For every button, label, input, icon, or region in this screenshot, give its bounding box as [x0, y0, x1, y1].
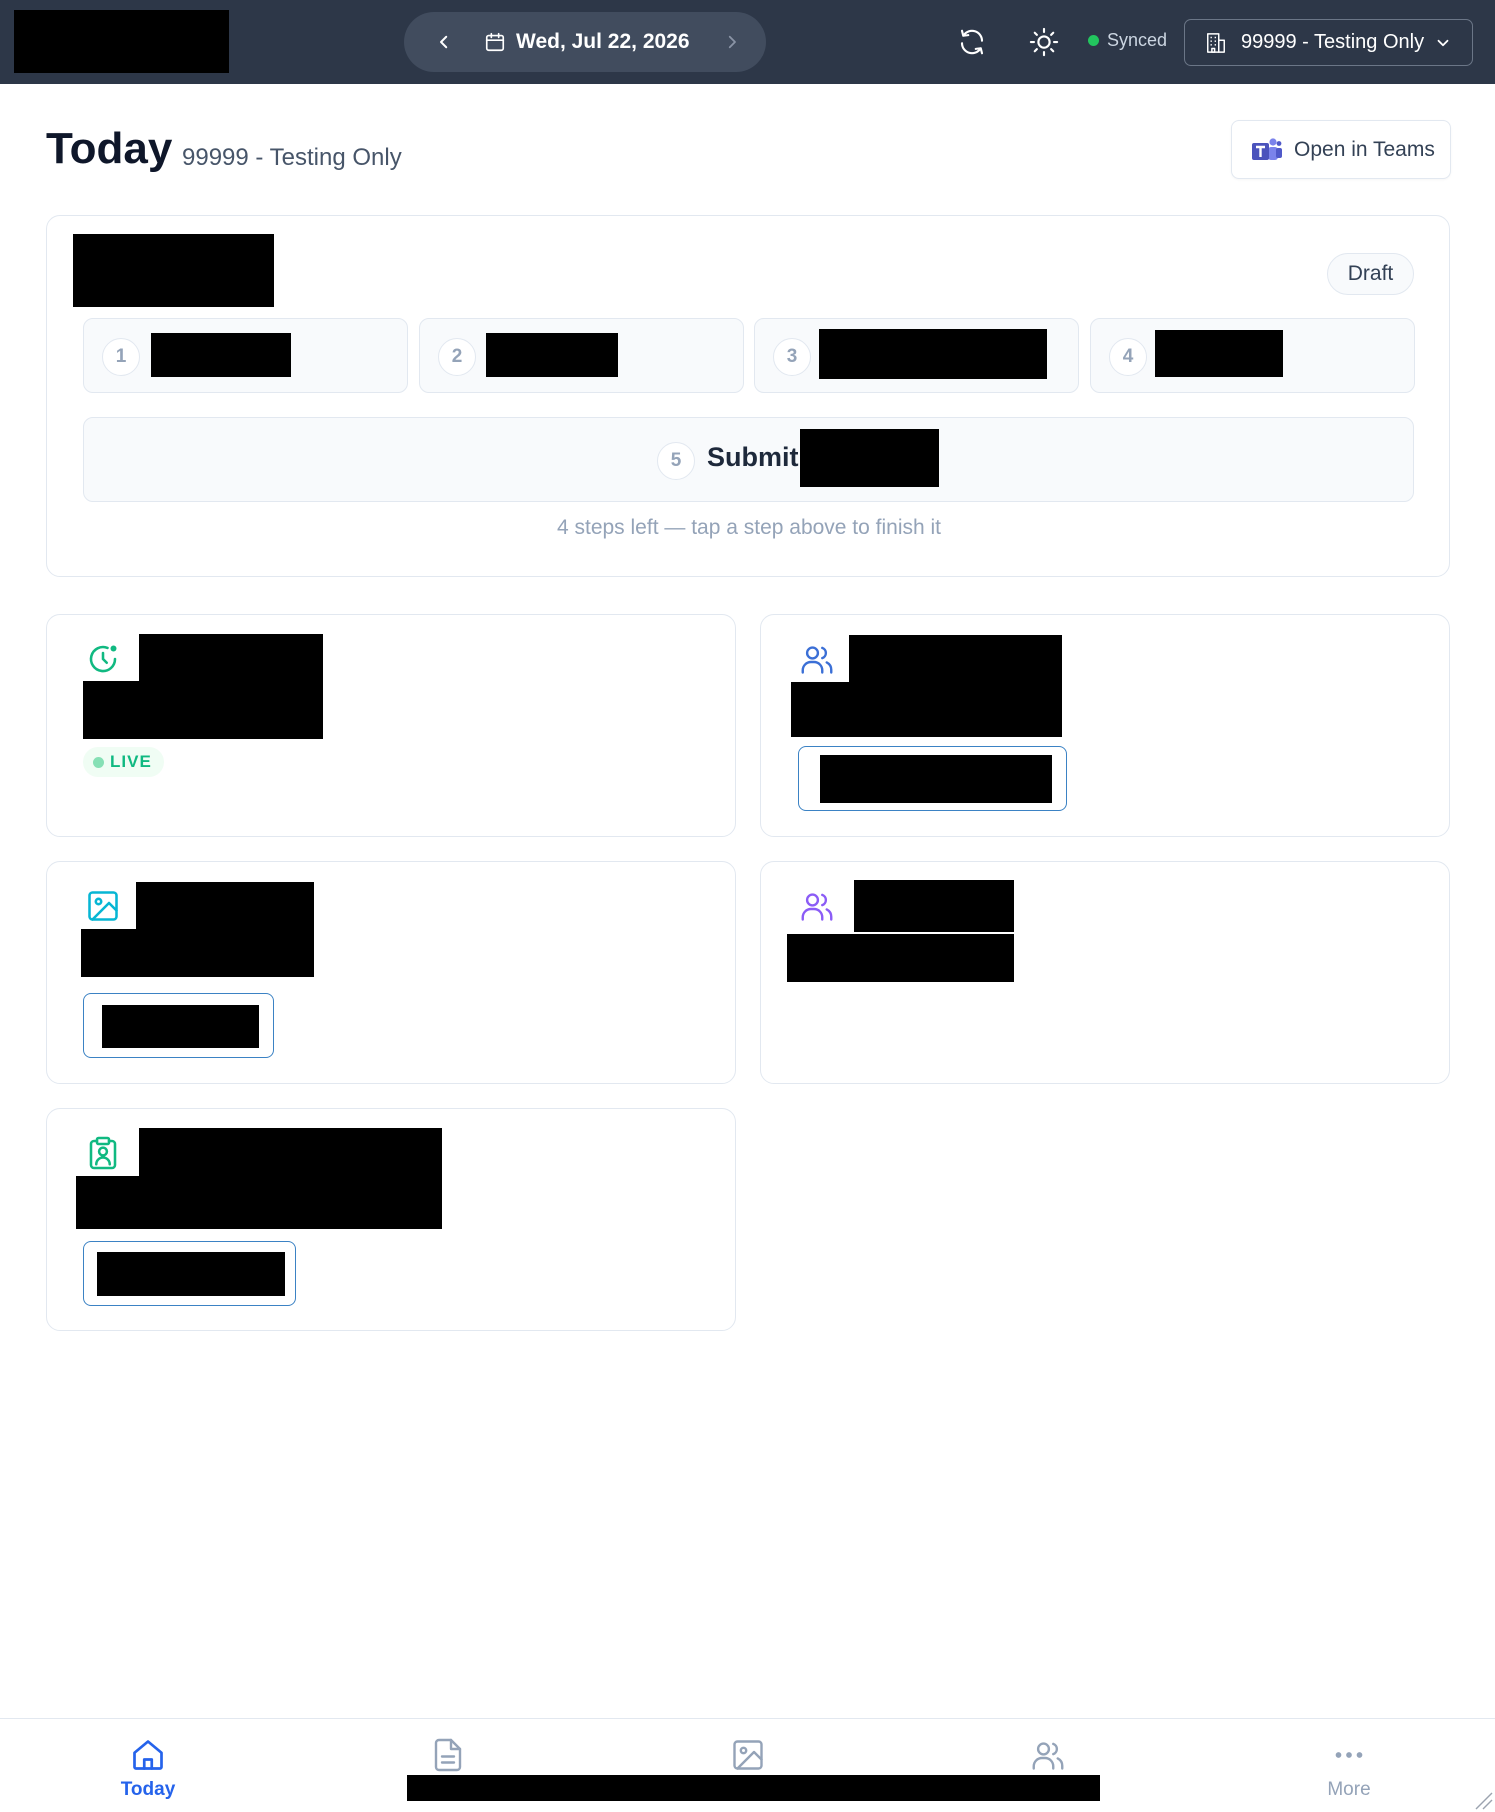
open-in-teams-button[interactable]: Open in Teams [1231, 120, 1451, 179]
steps-remaining-hint: 4 steps left — tap a step above to finis… [556, 516, 942, 539]
nav-label: More [1327, 1779, 1371, 1800]
users-icon [801, 646, 833, 674]
previous-day-button[interactable] [420, 12, 468, 72]
open-in-teams-label: Open in Teams [1294, 137, 1435, 161]
image-icon [88, 891, 118, 921]
theme-toggle-button[interactable] [1026, 24, 1062, 60]
sun-icon [1029, 27, 1059, 57]
nav-labels-redacted [407, 1775, 1100, 1801]
workflow-step-1[interactable]: 1 [83, 318, 408, 393]
chevron-right-icon [728, 35, 736, 49]
module-description [787, 934, 1014, 982]
module-title [854, 880, 1014, 932]
users-icon [1032, 1742, 1064, 1770]
sync-status: Synced [1088, 30, 1167, 51]
clipboard-user-icon [89, 1136, 117, 1170]
workflow-step-4[interactable]: 4 [1090, 318, 1415, 393]
refresh-button[interactable] [954, 24, 990, 60]
step-label [151, 333, 291, 377]
step-label [819, 329, 1047, 379]
module-action-button[interactable] [83, 1241, 296, 1306]
workflow-step-2[interactable]: 2 [419, 318, 744, 393]
workflow-title [73, 234, 274, 307]
module-action-button[interactable] [798, 746, 1067, 811]
module-card-team[interactable] [760, 614, 1450, 837]
step-label [486, 333, 618, 377]
step-label [1155, 330, 1283, 377]
module-card-photos[interactable] [46, 861, 736, 1084]
sync-status-dot [1088, 35, 1099, 46]
site-selector-label: 99999 - Testing Only [1241, 31, 1425, 53]
live-badge: LIVE [83, 747, 164, 777]
module-action-label [102, 1005, 259, 1048]
module-card-live-timer[interactable]: LIVE [46, 614, 736, 837]
submit-step-label: Submit [707, 442, 799, 472]
submit-step-detail [800, 429, 939, 487]
page-title: Today [46, 124, 173, 173]
site-selector[interactable]: 99999 - Testing Only [1184, 19, 1473, 66]
daily-workflow-card: Draft 1 2 3 4 5 Submit 4 steps left — ta… [46, 215, 1450, 577]
module-action-label [97, 1252, 285, 1296]
module-action-button[interactable] [83, 993, 274, 1058]
module-title [136, 882, 314, 932]
building-icon [1207, 32, 1225, 53]
date-navigator: Wed, Jul 22, 2026 [404, 12, 766, 72]
more-icon [1335, 1752, 1363, 1758]
users-icon [801, 893, 833, 921]
module-card-safety[interactable] [46, 1108, 736, 1331]
module-description [83, 681, 323, 739]
live-dot [93, 756, 104, 768]
nav-item-today[interactable]: Today [58, 1719, 238, 1812]
date-picker-button[interactable]: Wed, Jul 22, 2026 [484, 12, 690, 72]
nav-label: Today [120, 1779, 176, 1800]
home-icon [133, 1740, 163, 1770]
chevron-down-icon [1437, 39, 1449, 47]
teams-icon [1252, 137, 1282, 160]
step-number: 5 [657, 442, 695, 480]
module-title [139, 634, 323, 684]
module-title [849, 635, 1062, 685]
module-action-label [820, 755, 1052, 803]
module-description [81, 929, 314, 977]
module-description [76, 1176, 442, 1229]
submit-step-button[interactable]: 5 Submit [83, 417, 1414, 502]
current-date: Wed, Jul 22, 2026 [516, 30, 690, 53]
calendar-icon [485, 32, 505, 52]
live-badge-label: LIVE [110, 752, 152, 771]
document-icon [434, 1738, 462, 1772]
resize-grip-icon[interactable] [1471, 1788, 1493, 1810]
step-number: 2 [438, 338, 476, 376]
module-description [791, 682, 1062, 737]
workflow-step-3[interactable]: 3 [754, 318, 1079, 393]
module-title [139, 1128, 442, 1178]
sync-status-label: Synced [1107, 30, 1168, 50]
timer-icon [89, 645, 117, 673]
status-badge: Draft [1327, 253, 1414, 295]
nav-item-more[interactable]: More [1259, 1719, 1439, 1812]
chevron-left-icon [440, 35, 448, 49]
module-card-crew[interactable] [760, 861, 1450, 1084]
step-number: 3 [773, 338, 811, 376]
top-bar: Wed, Jul 22, 2026 Synced 99999 - Testing… [0, 0, 1495, 84]
page-subtitle: 99999 - Testing Only [182, 144, 402, 171]
step-number: 1 [102, 338, 140, 376]
refresh-icon [960, 29, 984, 55]
bottom-navigation: Today More [0, 1718, 1495, 1812]
app-logo [14, 10, 229, 73]
image-icon [733, 1740, 763, 1770]
next-day-button[interactable] [708, 12, 756, 72]
step-number: 4 [1109, 338, 1147, 376]
